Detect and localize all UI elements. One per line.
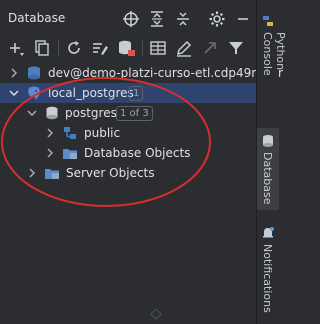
- count-badge: 1: [129, 86, 144, 101]
- tab-database[interactable]: Database: [257, 128, 279, 210]
- tab-notifications[interactable]: Notifications: [257, 222, 279, 314]
- toolbar-separator: [58, 40, 59, 56]
- toolbar-separator: [142, 40, 143, 56]
- tab-python-console[interactable]: Python Console: [257, 0, 287, 112]
- tree-item-label: dev@demo-platzi-curso-etl.cdp49rbfcir: [48, 66, 283, 80]
- tree-item-postgres-db[interactable]: postgres 1 of 3: [0, 103, 256, 123]
- tree-item-database-objects[interactable]: Database Objects: [0, 143, 256, 163]
- tree-item-label: Database Objects: [84, 146, 191, 160]
- schema-icon: [64, 127, 76, 139]
- tab-label: Notifications: [261, 244, 274, 313]
- database-tool-window: Database dev@demo-platzi-curso-etl.cdp49…: [0, 0, 283, 324]
- chevron-right-icon[interactable]: [26, 163, 38, 183]
- table-icon[interactable]: [148, 38, 168, 58]
- chevron-right-icon[interactable]: [8, 63, 20, 83]
- tree-item-label: local_postgres: [48, 86, 134, 100]
- folder-icon: [45, 169, 59, 179]
- tab-label: Database: [261, 152, 274, 205]
- jump-to-source-icon: [204, 42, 216, 54]
- copy-icon[interactable]: [32, 38, 52, 58]
- tool-window-title: Database: [8, 11, 66, 25]
- collapse-all-icon[interactable]: [174, 10, 192, 28]
- tree-item-label: Server Objects: [66, 166, 155, 180]
- add-icon[interactable]: [6, 38, 26, 58]
- tree-item-public-schema[interactable]: public: [0, 123, 256, 143]
- tree-item-server-objects[interactable]: Server Objects: [0, 163, 256, 183]
- bell-icon: [263, 227, 274, 238]
- database-toolbar: [0, 36, 256, 60]
- right-tool-window-bar: Python Console Database Notifications: [256, 0, 287, 324]
- tree-item-label: public: [84, 126, 121, 140]
- minimize-icon[interactable]: [234, 10, 252, 28]
- database-icon: [46, 106, 58, 120]
- chevron-down-icon[interactable]: [8, 83, 20, 103]
- chevron-down-icon[interactable]: [26, 103, 38, 123]
- chevron-right-icon[interactable]: [44, 123, 56, 143]
- expand-all-icon[interactable]: [148, 10, 166, 28]
- folder-icon: [63, 149, 77, 159]
- data-source-properties-icon[interactable]: [90, 38, 110, 58]
- tab-label: Python Console: [261, 32, 287, 76]
- chevron-right-icon[interactable]: [44, 143, 56, 163]
- target-icon[interactable]: [122, 10, 140, 28]
- filter-icon[interactable]: [226, 38, 246, 58]
- postgres-elephant-icon: [28, 86, 40, 100]
- count-badge: 1 of 3: [116, 106, 153, 121]
- database-icon: [263, 135, 273, 147]
- python-icon: [263, 16, 273, 26]
- refresh-icon[interactable]: [64, 38, 84, 58]
- resize-handle-icon[interactable]: [150, 308, 162, 320]
- tree-item-dev-datasource[interactable]: dev@demo-platzi-curso-etl.cdp49rbfcir: [0, 63, 283, 83]
- tool-window-header: Database: [0, 6, 256, 32]
- edit-icon[interactable]: [174, 38, 194, 58]
- gear-icon[interactable]: [208, 10, 226, 28]
- database-stop-icon[interactable]: [116, 38, 136, 58]
- postgres-datasource-icon: [28, 66, 40, 80]
- tree-item-label: postgres: [65, 106, 117, 120]
- tree-item-local-postgres[interactable]: local_postgres 1: [0, 83, 256, 103]
